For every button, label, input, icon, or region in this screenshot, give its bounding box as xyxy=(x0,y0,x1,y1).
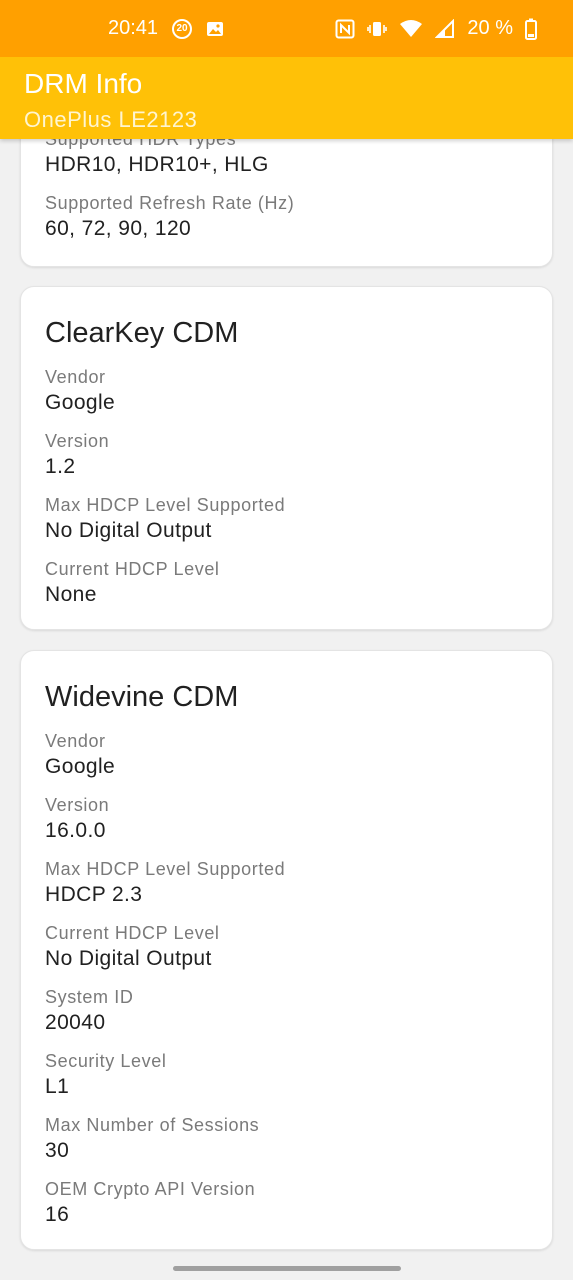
signal-icon xyxy=(435,18,455,39)
field-value: Google xyxy=(45,391,116,414)
field-current-hdcp: Current HDCP Level None xyxy=(45,557,528,609)
field-value: Google xyxy=(45,755,116,778)
field-label: Security Level xyxy=(45,1051,167,1071)
field-max-sessions: Max Number of Sessions 30 xyxy=(45,1113,528,1165)
field-label: Vendor xyxy=(45,731,106,751)
field-label: Max HDCP Level Supported xyxy=(45,495,286,515)
field-value: 20040 xyxy=(45,1011,106,1034)
wifi-icon xyxy=(399,19,423,39)
status-bar: 20:41 20 20 % xyxy=(0,0,573,57)
battery-icon xyxy=(525,18,537,40)
field-max-hdcp: Max HDCP Level Supported HDCP 2.3 xyxy=(45,857,528,909)
field-refresh-rate: Supported Refresh Rate (Hz) 60, 72, 90, … xyxy=(45,191,528,243)
scroll-content[interactable]: Supported HDR Types HDR10, HDR10+, HLG S… xyxy=(0,0,573,1280)
field-value: HDR10, HDR10+, HLG xyxy=(45,153,269,176)
field-label: Max HDCP Level Supported xyxy=(45,859,286,879)
vibrate-icon xyxy=(367,19,388,39)
clock: 20:41 xyxy=(108,17,159,39)
field-value: No Digital Output xyxy=(45,947,212,970)
field-system-id: System ID 20040 xyxy=(45,985,528,1037)
nfc-icon xyxy=(335,19,355,39)
battery-percent: 20 % xyxy=(467,17,513,39)
field-value: 1.2 xyxy=(45,455,76,478)
field-label: Supported Refresh Rate (Hz) xyxy=(45,193,295,213)
device-subtitle: OnePlus LE2123 xyxy=(24,107,198,132)
clearkey-cdm-card: ClearKey CDM Vendor Google Version 1.2 M… xyxy=(20,286,553,630)
field-label: Current HDCP Level xyxy=(45,923,220,943)
field-version: Version 16.0.0 xyxy=(45,793,528,845)
field-label: OEM Crypto API Version xyxy=(45,1179,256,1199)
field-vendor: Vendor Google xyxy=(45,729,528,781)
field-oem-crypto: OEM Crypto API Version 16 xyxy=(45,1177,528,1229)
app-title: DRM Info xyxy=(24,68,143,99)
field-value: No Digital Output xyxy=(45,519,212,542)
field-label: Version xyxy=(45,431,110,451)
card-title: ClearKey CDM xyxy=(45,317,239,349)
field-label: System ID xyxy=(45,987,134,1007)
field-label: Max Number of Sessions xyxy=(45,1115,260,1135)
field-vendor: Vendor Google xyxy=(45,365,528,417)
home-indicator[interactable] xyxy=(173,1266,401,1271)
field-value: 60, 72, 90, 120 xyxy=(45,217,192,240)
field-value: 16.0.0 xyxy=(45,819,106,842)
card-title: Widevine CDM xyxy=(45,681,239,713)
field-value: HDCP 2.3 xyxy=(45,883,143,906)
field-label: Current HDCP Level xyxy=(45,559,220,579)
field-version: Version 1.2 xyxy=(45,429,528,481)
field-value: L1 xyxy=(45,1075,70,1098)
field-value: None xyxy=(45,583,97,606)
app-bar: DRM Info OnePlus LE2123 xyxy=(0,57,573,139)
notification-20-icon: 20 xyxy=(172,18,193,39)
field-value: 30 xyxy=(45,1139,70,1162)
field-max-hdcp: Max HDCP Level Supported No Digital Outp… xyxy=(45,493,528,545)
field-current-hdcp: Current HDCP Level No Digital Output xyxy=(45,921,528,973)
image-icon xyxy=(206,21,224,37)
widevine-cdm-card: Widevine CDM Vendor Google Version 16.0.… xyxy=(20,650,553,1250)
field-label: Version xyxy=(45,795,110,815)
field-value: 16 xyxy=(45,1203,70,1226)
field-label: Vendor xyxy=(45,367,106,387)
field-security-level: Security Level L1 xyxy=(45,1049,528,1101)
